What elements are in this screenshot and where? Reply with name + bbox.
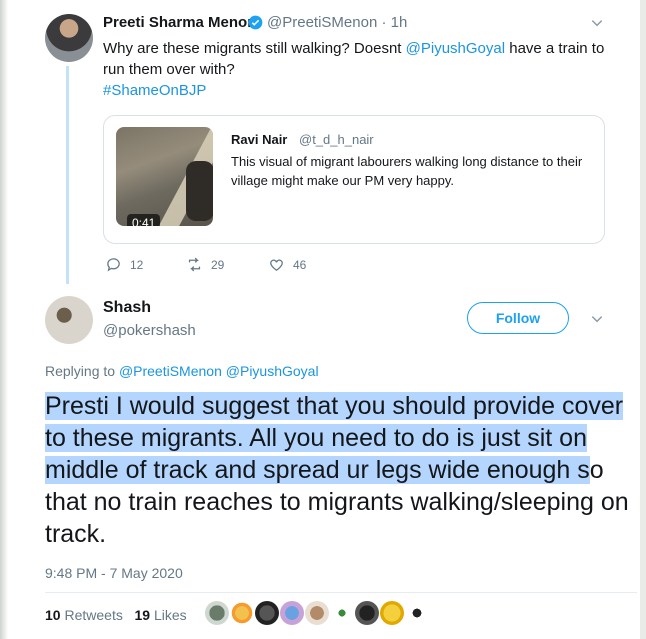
divider bbox=[45, 592, 637, 593]
timestamp[interactable]: 9:48 PM - 7 May 2020 bbox=[45, 565, 183, 581]
retweets-label: Retweets bbox=[64, 607, 123, 623]
chevron-down-icon[interactable] bbox=[590, 312, 604, 326]
tweet-text: Presti I would suggest that you should p… bbox=[45, 390, 635, 550]
thread-connector bbox=[66, 66, 69, 284]
mention-link[interactable]: @PiyushGoyal bbox=[226, 363, 319, 379]
avatar[interactable] bbox=[45, 14, 93, 62]
avatar[interactable] bbox=[255, 601, 279, 625]
like-button[interactable]: 46 bbox=[268, 256, 306, 273]
like-count: 46 bbox=[293, 257, 307, 272]
likes-stat[interactable]: 19 Likes bbox=[135, 607, 187, 623]
retweet-icon bbox=[188, 257, 201, 272]
retweets-count: 10 bbox=[45, 607, 61, 623]
likes-count: 19 bbox=[134, 607, 151, 623]
reply-icon bbox=[107, 258, 120, 272]
video-thumbnail[interactable]: 0:41 bbox=[116, 127, 213, 226]
author-name[interactable]: Shash bbox=[103, 299, 151, 317]
avatar[interactable] bbox=[380, 601, 404, 625]
quoted-tweet[interactable]: 0:41 Ravi Nair @t_d_h_nair This visual o… bbox=[103, 115, 605, 244]
replying-to-label: Replying to bbox=[45, 363, 116, 379]
chevron-down-icon[interactable] bbox=[590, 16, 604, 30]
quoted-author-name: Ravi Nair bbox=[231, 132, 288, 147]
video-duration: 0:41 bbox=[127, 214, 161, 226]
avatar[interactable] bbox=[205, 601, 229, 625]
avatar[interactable] bbox=[305, 601, 329, 625]
verified-badge-icon bbox=[248, 15, 263, 30]
author-handle[interactable]: @pokershash bbox=[103, 322, 196, 339]
author-handle[interactable]: @PreetiSMenon · 1h bbox=[267, 14, 407, 31]
mention-link[interactable]: @PiyushGoyal bbox=[406, 40, 505, 57]
avatar[interactable] bbox=[355, 601, 379, 625]
tweet-text-part: Why are these migrants still walking? Do… bbox=[103, 40, 406, 57]
replying-to: Replying to @PreetiSMenon @PiyushGoyal bbox=[45, 363, 319, 379]
liker-avatars bbox=[205, 601, 429, 625]
tweet-detail-card: Preeti Sharma Menon @PreetiSMenon · 1h W… bbox=[0, 0, 640, 639]
reply-count: 12 bbox=[130, 257, 144, 272]
heart-icon bbox=[270, 259, 283, 271]
quoted-author-handle: @t_d_h_nair bbox=[299, 132, 374, 147]
avatar[interactable] bbox=[280, 601, 304, 625]
avatar[interactable] bbox=[405, 601, 429, 625]
mention-link[interactable]: @PreetiSMenon bbox=[119, 363, 222, 379]
tweet-text: Why are these migrants still walking? Do… bbox=[103, 38, 623, 101]
author-name[interactable]: Preeti Sharma Menon bbox=[103, 14, 256, 31]
follow-button[interactable]: Follow bbox=[467, 302, 569, 334]
page-edge bbox=[0, 0, 8, 639]
reply-button[interactable]: 12 bbox=[105, 256, 143, 273]
video-figure bbox=[186, 161, 213, 221]
retweet-count: 29 bbox=[211, 257, 225, 272]
avatar[interactable] bbox=[230, 601, 254, 625]
selected-text: Presti I would suggest that you should p… bbox=[45, 392, 624, 484]
quoted-text: This visual of migrant labourers walking… bbox=[231, 154, 583, 188]
likes-label: Likes bbox=[153, 607, 187, 623]
retweet-button[interactable]: 29 bbox=[186, 256, 224, 273]
engagement-stats: 10 Retweets 19 Likes bbox=[45, 607, 187, 623]
retweets-stat[interactable]: 10 Retweets bbox=[45, 607, 123, 623]
avatar[interactable] bbox=[45, 296, 93, 344]
hashtag-link[interactable]: #ShameOnBJP bbox=[103, 82, 206, 99]
avatar[interactable] bbox=[330, 601, 354, 625]
